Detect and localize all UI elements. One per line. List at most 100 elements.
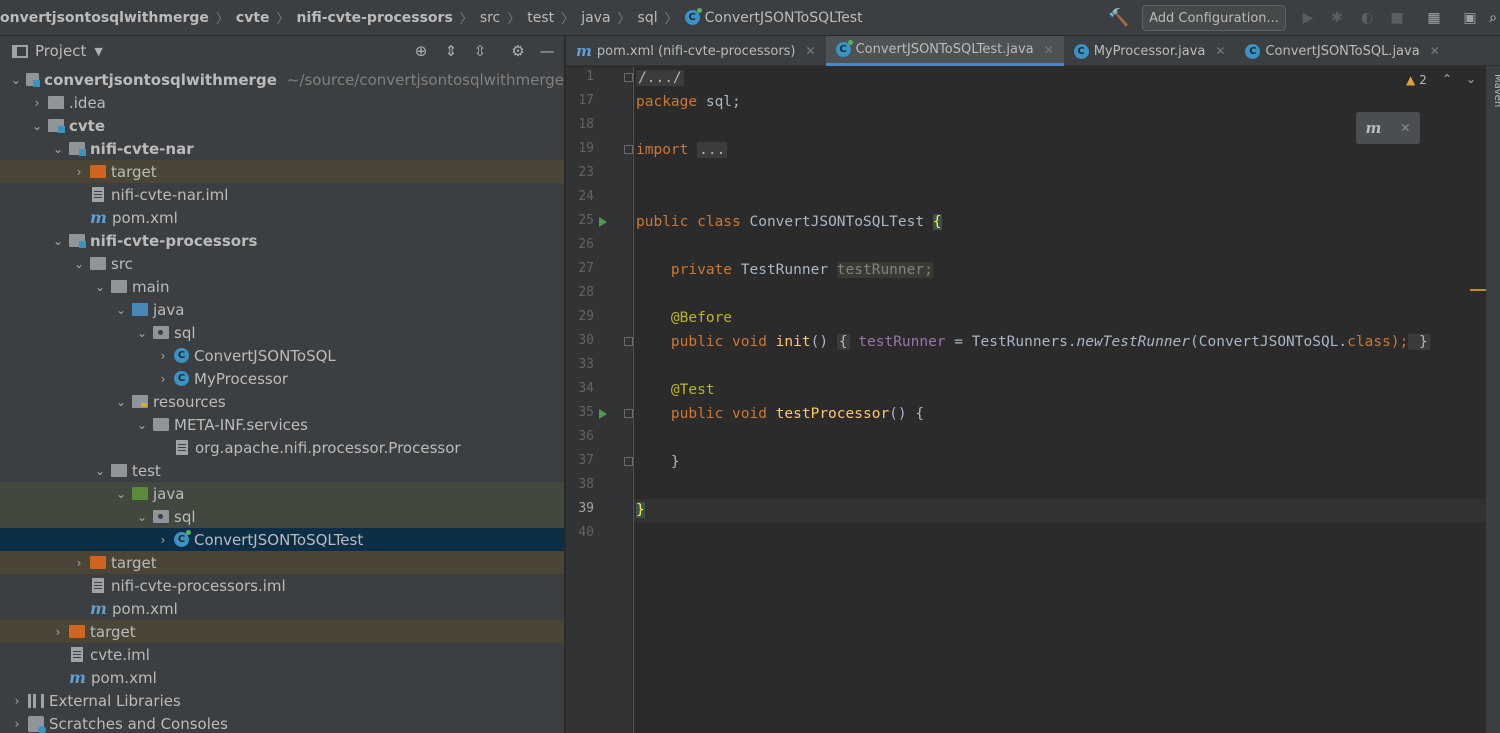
fold-icon[interactable] (624, 337, 633, 346)
close-icon[interactable]: ✕ (806, 44, 816, 58)
breadcrumb-src[interactable]: src (480, 10, 500, 26)
breadcrumb-java[interactable]: java (581, 10, 610, 26)
tree-item-iml[interactable]: cvte.iml (0, 643, 564, 666)
tree-item-pom[interactable]: m pom.xml (0, 666, 564, 689)
chevron-right-icon[interactable]: › (10, 717, 24, 731)
add-configuration-button[interactable]: Add Configuration... (1142, 5, 1286, 31)
tree-item-meta-inf[interactable]: ⌄ META-INF.services (0, 413, 564, 436)
tree-item-target[interactable]: › target (0, 551, 564, 574)
tree-item-resources[interactable]: ⌄ resources (0, 390, 564, 413)
tab-myprocessor[interactable]: C MyProcessor.java ✕ (1064, 36, 1236, 66)
chevron-down-icon[interactable]: ⌄ (30, 119, 44, 133)
run-icon[interactable]: ▶ (1299, 9, 1317, 27)
locate-file-icon[interactable]: ⊕ (411, 41, 431, 61)
chevron-down-icon[interactable]: ⌄ (114, 395, 128, 409)
tree-item-processor-file[interactable]: org.apache.nifi.processor.Processor (0, 436, 564, 459)
breadcrumb-test[interactable]: test (527, 10, 554, 26)
tree-item-scratches[interactable]: › Scratches and Consoles (0, 712, 564, 733)
scrollbar-warning-marker[interactable] (1470, 289, 1486, 291)
chevron-down-icon[interactable]: ⌄ (135, 510, 149, 524)
close-icon[interactable]: ✕ (1044, 43, 1054, 57)
terminal-icon[interactable]: ▣ (1461, 9, 1479, 27)
tree-item-main[interactable]: ⌄ main (0, 275, 564, 298)
chevron-down-icon[interactable]: ⌄ (114, 303, 128, 317)
tree-item-idea[interactable]: › .idea (0, 91, 564, 114)
tree-item-target[interactable]: › target (0, 620, 564, 643)
chevron-down-icon[interactable]: ⌄ (51, 142, 65, 156)
tree-item-nifi-cvte-processors[interactable]: ⌄ nifi-cvte-processors (0, 229, 564, 252)
tree-item-class[interactable]: › C ConvertJSONToSQL (0, 344, 564, 367)
code-area[interactable]: /.../ package sql; import ... public cla… (636, 67, 1486, 733)
breadcrumb-module[interactable]: nifi-cvte-processors (297, 10, 453, 26)
close-icon[interactable]: ✕ (1400, 121, 1410, 135)
chevron-right-icon[interactable]: › (30, 96, 44, 110)
chevron-right-icon[interactable]: › (156, 349, 170, 363)
close-icon[interactable]: ✕ (1430, 44, 1440, 58)
fold-icon[interactable] (624, 145, 633, 154)
tree-item-test-java[interactable]: ⌄ java (0, 482, 564, 505)
tree-item-iml[interactable]: nifi-cvte-processors.iml (0, 574, 564, 597)
tab-convertjsontosql[interactable]: C ConvertJSONToSQL.java ✕ (1235, 36, 1449, 66)
tree-item-nifi-cvte-nar[interactable]: ⌄ nifi-cvte-nar (0, 137, 564, 160)
chevron-down-icon[interactable]: ⌄ (1466, 72, 1476, 86)
chevron-down-icon[interactable]: ⌄ (72, 257, 86, 271)
project-panel: Project ▼ ⊕ ⇕ ⇳ ⚙ — ⌄ convertjsontosqlwi… (0, 36, 565, 733)
breadcrumb-project[interactable]: onvertjsontosqlwithmerge (0, 10, 209, 26)
tab-convertjsontosqltest[interactable]: C ConvertJSONToSQLTest.java ✕ (825, 36, 1064, 66)
tree-item-external-libraries[interactable]: › External Libraries (0, 689, 564, 712)
tree-item-iml[interactable]: nifi-cvte-nar.iml (0, 183, 564, 206)
tab-pom-xml[interactable]: m pom.xml (nifi-cvte-processors) ✕ (566, 36, 826, 66)
tree-item-test[interactable]: ⌄ test (0, 459, 564, 482)
debug-icon[interactable]: ✱ (1328, 9, 1346, 27)
tree-item-root[interactable]: ⌄ convertjsontosqlwithmerge ~/source/con… (0, 68, 564, 91)
chevron-right-icon[interactable]: › (72, 165, 86, 179)
stop-icon[interactable]: ■ (1388, 9, 1406, 27)
tree-item-target[interactable]: › target (0, 160, 564, 183)
chevron-down-icon[interactable]: ⌄ (10, 73, 22, 87)
breadcrumb-cvte[interactable]: cvte (236, 10, 270, 26)
chevron-right-icon[interactable]: › (51, 625, 65, 639)
collapse-all-icon[interactable]: ⇳ (470, 41, 490, 61)
inspection-widget[interactable]: ▲ 2 (1406, 73, 1427, 87)
tree-item-sql[interactable]: ⌄ sql (0, 321, 564, 344)
hide-panel-icon[interactable]: — (537, 41, 557, 61)
tree-item-test-class[interactable]: › C ConvertJSONToSQLTest (0, 528, 564, 551)
folded-header[interactable]: /.../ (636, 70, 684, 86)
project-structure-icon[interactable]: ▦ (1425, 9, 1443, 27)
chevron-down-icon[interactable]: ⌄ (135, 326, 149, 340)
chevron-right-icon[interactable]: › (156, 372, 170, 386)
chevron-down-icon[interactable]: ⌄ (114, 487, 128, 501)
project-view-selector[interactable]: Project ▼ (12, 42, 103, 60)
chevron-down-icon[interactable]: ⌄ (93, 464, 107, 478)
chevron-right-icon[interactable]: › (156, 533, 170, 547)
run-test-method-icon[interactable] (599, 409, 607, 419)
coverage-icon[interactable]: ◐ (1358, 9, 1376, 27)
breadcrumb-class[interactable]: C ConvertJSONToSQLTest (684, 8, 863, 26)
breadcrumb-sql[interactable]: sql (638, 10, 658, 26)
expand-all-icon[interactable]: ⇕ (441, 41, 461, 61)
run-test-class-icon[interactable] (599, 217, 607, 227)
fold-icon[interactable] (624, 409, 633, 418)
close-icon[interactable]: ✕ (1215, 44, 1225, 58)
fold-icon[interactable] (624, 73, 633, 82)
search-icon[interactable]: ⌕ (1484, 9, 1500, 27)
chevron-down-icon[interactable]: ⌄ (51, 234, 65, 248)
maven-tool-window-button[interactable]: Maven (1492, 74, 1500, 107)
tree-item-class[interactable]: › C MyProcessor (0, 367, 564, 390)
tree-item-cvte[interactable]: ⌄ cvte (0, 114, 564, 137)
tree-item-pom[interactable]: m pom.xml (0, 597, 564, 620)
folded-imports[interactable]: ... (697, 142, 728, 158)
maven-reload-icon[interactable]: m (1366, 119, 1382, 137)
chevron-down-icon[interactable]: ⌄ (93, 280, 107, 294)
fold-icon[interactable] (624, 457, 633, 466)
tree-item-src[interactable]: ⌄ src (0, 252, 564, 275)
chevron-right-icon[interactable]: › (10, 694, 24, 708)
tree-item-pom[interactable]: m pom.xml (0, 206, 564, 229)
tree-item-test-sql[interactable]: ⌄ sql (0, 505, 564, 528)
gear-icon[interactable]: ⚙ (508, 41, 528, 61)
chevron-up-icon[interactable]: ⌃ (1442, 72, 1452, 86)
chevron-right-icon[interactable]: › (72, 556, 86, 570)
build-hammer-icon[interactable]: 🔨 (1108, 8, 1129, 28)
tree-item-java[interactable]: ⌄ java (0, 298, 564, 321)
chevron-down-icon[interactable]: ⌄ (135, 418, 149, 432)
